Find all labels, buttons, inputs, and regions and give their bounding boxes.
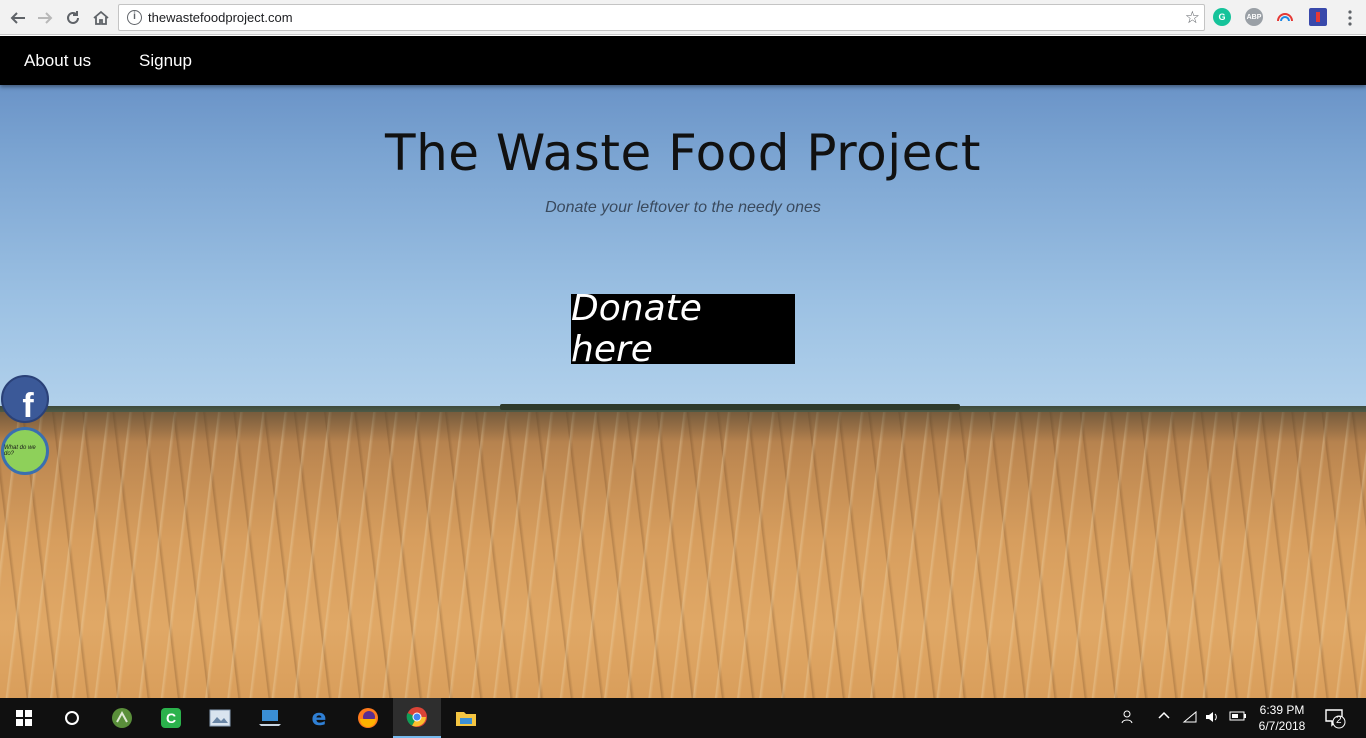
firefox-icon[interactable] [344, 698, 392, 738]
battery-icon[interactable] [1229, 709, 1247, 726]
notification-count: 2 [1336, 715, 1342, 726]
adblock-plus-icon[interactable]: ABP [1245, 8, 1263, 26]
flag-extension-icon[interactable] [1309, 8, 1327, 26]
hero-treeline [500, 404, 960, 410]
hero-background-field [0, 412, 1366, 698]
chrome-icon[interactable] [393, 698, 441, 738]
camtasia-icon[interactable]: C [147, 698, 195, 738]
android-studio-icon[interactable] [98, 698, 146, 738]
laptop-icon[interactable] [246, 698, 294, 738]
forward-button[interactable] [33, 6, 57, 30]
what-we-do-button[interactable]: What do we do? [1, 427, 49, 475]
nav-signup-link[interactable]: Signup [139, 51, 192, 71]
file-explorer-icon[interactable] [442, 698, 490, 738]
people-icon[interactable] [1121, 709, 1137, 728]
donate-button[interactable]: Donate here [571, 288, 795, 370]
browser-toolbar: i thewastefoodproject.com ☆ G ABP [0, 0, 1366, 35]
wifi-icon[interactable] [1182, 709, 1198, 728]
field-shadow [0, 412, 1366, 442]
url-text: thewastefoodproject.com [148, 10, 293, 25]
address-bar[interactable]: i thewastefoodproject.com ☆ [118, 4, 1205, 31]
reload-icon [67, 11, 79, 24]
volume-icon[interactable] [1204, 709, 1220, 728]
edge-icon[interactable]: e [295, 698, 343, 738]
grammarly-icon[interactable]: G [1213, 8, 1231, 26]
nav-about-link[interactable]: About us [24, 51, 91, 71]
home-button[interactable] [89, 6, 113, 30]
facebook-icon[interactable]: f [1, 375, 49, 423]
windows-taskbar: C e 6:39 PM 6/7/2018 2 [0, 698, 1366, 738]
clock-date: 6/7/2018 [1258, 719, 1306, 733]
back-arrow-icon [10, 12, 25, 24]
cortana-icon[interactable] [48, 698, 96, 738]
clock-time: 6:39 PM [1259, 703, 1305, 717]
reload-button[interactable] [61, 6, 85, 30]
bookmark-star-icon[interactable]: ☆ [1185, 8, 1200, 28]
web-page: About us Signup The Waste Food Project D… [0, 36, 1366, 698]
kebab-menu-icon [1348, 10, 1352, 26]
forward-arrow-icon [38, 12, 53, 24]
site-info-icon[interactable]: i [127, 10, 142, 25]
home-icon [93, 10, 109, 25]
svg-text:e: e [312, 707, 327, 729]
page-subtitle: Donate your leftover to the needy ones [545, 199, 821, 216]
action-center-icon[interactable]: 2 [1324, 707, 1346, 732]
back-button[interactable] [6, 6, 30, 30]
svg-text:C: C [166, 710, 176, 726]
page-title: The Waste Food Project [385, 124, 981, 182]
windows-start-icon[interactable] [0, 698, 48, 738]
chevron-up-icon[interactable] [1157, 709, 1171, 726]
rainbow-extension-icon[interactable] [1276, 8, 1294, 26]
photo-viewer-icon[interactable] [196, 698, 244, 738]
site-navbar: About us Signup [0, 36, 1366, 85]
system-clock[interactable]: 6:39 PM 6/7/2018 [1252, 702, 1312, 734]
chrome-menu-button[interactable] [1338, 6, 1362, 30]
